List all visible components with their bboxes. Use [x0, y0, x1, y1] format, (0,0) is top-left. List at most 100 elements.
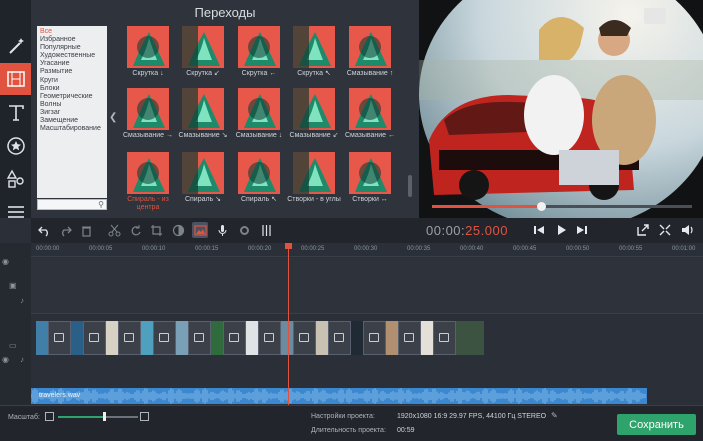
- transition-marker-icon[interactable]: [299, 333, 309, 342]
- transition-thumbnail[interactable]: [182, 88, 224, 130]
- transition-thumbnail[interactable]: [127, 152, 169, 194]
- transition-marker-icon[interactable]: [369, 333, 379, 342]
- video-clip-thumbnail[interactable]: [211, 321, 223, 355]
- playhead[interactable]: [288, 243, 289, 405]
- category-item[interactable]: Блоки: [40, 85, 107, 93]
- transition-marker-icon[interactable]: [159, 333, 169, 342]
- eye-icon[interactable]: ◉: [2, 257, 9, 266]
- video-clip-thumbnail[interactable]: [351, 321, 363, 355]
- category-item[interactable]: Популярные: [40, 44, 107, 52]
- transition-thumbnail[interactable]: [238, 88, 280, 130]
- category-item[interactable]: Угасание: [40, 60, 107, 68]
- transition-thumbnail[interactable]: [127, 26, 169, 68]
- transition-marker-icon[interactable]: [264, 333, 274, 342]
- category-item[interactable]: Волны: [40, 101, 107, 109]
- sticker-star-icon[interactable]: [0, 130, 31, 162]
- save-button[interactable]: Сохранить: [617, 414, 696, 435]
- overlay-track[interactable]: [31, 258, 703, 314]
- speaker-icon[interactable]: ♪: [20, 355, 24, 364]
- category-item[interactable]: Масштабирование: [40, 125, 107, 133]
- magic-wand-icon[interactable]: [0, 30, 31, 62]
- transition-marker-icon[interactable]: [194, 333, 204, 342]
- eye-icon[interactable]: ◉: [2, 355, 9, 364]
- volume-icon[interactable]: [677, 220, 697, 240]
- image-properties-icon[interactable]: [192, 222, 208, 238]
- video-clip-thumbnail[interactable]: [176, 321, 188, 355]
- category-search-input[interactable]: ⚲: [37, 199, 107, 210]
- video-clip-thumbnail[interactable]: [141, 321, 153, 355]
- transition-thumbnail[interactable]: [238, 152, 280, 194]
- speaker-icon[interactable]: ♪: [20, 296, 24, 305]
- transition-thumbnail[interactable]: [349, 152, 391, 194]
- transition-marker-icon[interactable]: [439, 333, 449, 342]
- transition-thumbnail[interactable]: [127, 88, 169, 130]
- scissors-icon[interactable]: [106, 222, 122, 238]
- video-clip-thumbnail[interactable]: [71, 321, 83, 355]
- undo-icon[interactable]: [36, 222, 52, 238]
- text-icon[interactable]: [0, 97, 31, 129]
- video-clip-thumbnail[interactable]: [421, 321, 433, 355]
- transition-thumbnail[interactable]: [182, 152, 224, 194]
- rotate-icon[interactable]: [127, 222, 143, 238]
- zoom-out-button[interactable]: [45, 412, 54, 421]
- transition-thumbnail[interactable]: [293, 88, 335, 130]
- preview-frame-image: [419, 0, 703, 230]
- transition-marker-icon[interactable]: [89, 333, 99, 342]
- transition-marker-icon[interactable]: [124, 333, 134, 342]
- redo-icon[interactable]: [57, 222, 73, 238]
- play-icon[interactable]: [551, 220, 571, 240]
- gear-icon[interactable]: [236, 222, 252, 238]
- video-clip-thumbnail[interactable]: [36, 321, 48, 355]
- video-clip-thumbnail[interactable]: [386, 321, 398, 355]
- ruler-tick-label: 00:01:00: [672, 246, 696, 252]
- zoom-slider[interactable]: [58, 416, 138, 418]
- equalizer-icon[interactable]: [258, 222, 274, 238]
- category-item[interactable]: Художественные: [40, 52, 107, 60]
- transition-thumbnail[interactable]: [349, 26, 391, 68]
- fullscreen-icon[interactable]: [655, 220, 675, 240]
- category-item[interactable]: Размытие: [40, 68, 107, 76]
- crop-icon[interactable]: [148, 222, 164, 238]
- video-clip-thumbnail[interactable]: [246, 321, 258, 355]
- list-menu-icon[interactable]: [0, 196, 31, 228]
- skip-forward-icon[interactable]: [572, 220, 592, 240]
- scrubber-handle[interactable]: [537, 202, 546, 211]
- color-adjust-icon[interactable]: [170, 222, 186, 238]
- overlay-track-icon[interactable]: ▣: [9, 281, 17, 290]
- export-icon[interactable]: [633, 220, 653, 240]
- transition-marker-icon[interactable]: [54, 333, 64, 342]
- filmstrip-icon[interactable]: [0, 63, 31, 95]
- pencil-icon[interactable]: ✎: [551, 411, 558, 420]
- transition-marker-icon[interactable]: [229, 333, 239, 342]
- video-clip-thumbnail[interactable]: [281, 321, 293, 355]
- category-item[interactable]: Геометрические: [40, 93, 107, 101]
- zoom-in-button[interactable]: [140, 412, 149, 421]
- ruler-tick-label: 00:00:50: [566, 246, 590, 252]
- category-item[interactable]: Все: [40, 28, 107, 36]
- panel-scrollbar[interactable]: [408, 175, 412, 197]
- transition-marker-icon[interactable]: [334, 333, 344, 342]
- video-track-icon[interactable]: ▭: [9, 341, 17, 350]
- microphone-icon[interactable]: [214, 222, 230, 238]
- category-item[interactable]: Зигзаг: [40, 109, 107, 117]
- zoom-slider-handle[interactable]: [103, 412, 106, 421]
- category-list[interactable]: Все Избранное Популярные Художественные …: [37, 26, 107, 198]
- transition-thumbnail[interactable]: [349, 88, 391, 130]
- chevron-left-icon[interactable]: ❮: [109, 112, 117, 123]
- shapes-icon[interactable]: [0, 163, 31, 195]
- video-clip-thumbnail[interactable]: [106, 321, 118, 355]
- category-item[interactable]: Избранное: [40, 36, 107, 44]
- video-clip-thumbnail[interactable]: [456, 321, 484, 355]
- transition-thumbnail[interactable]: [238, 26, 280, 68]
- trash-icon[interactable]: [78, 222, 94, 238]
- playback-scrubber[interactable]: [432, 205, 692, 208]
- transition-thumbnail[interactable]: [182, 26, 224, 68]
- category-item[interactable]: Круги: [40, 77, 107, 85]
- transition-thumbnail[interactable]: [293, 26, 335, 68]
- audio-clip[interactable]: [30, 388, 647, 404]
- video-clip-thumbnail[interactable]: [316, 321, 328, 355]
- skip-back-icon[interactable]: [529, 220, 549, 240]
- transition-thumbnail[interactable]: [293, 152, 335, 194]
- transition-marker-icon[interactable]: [404, 333, 414, 342]
- category-item[interactable]: Замещение: [40, 117, 107, 125]
